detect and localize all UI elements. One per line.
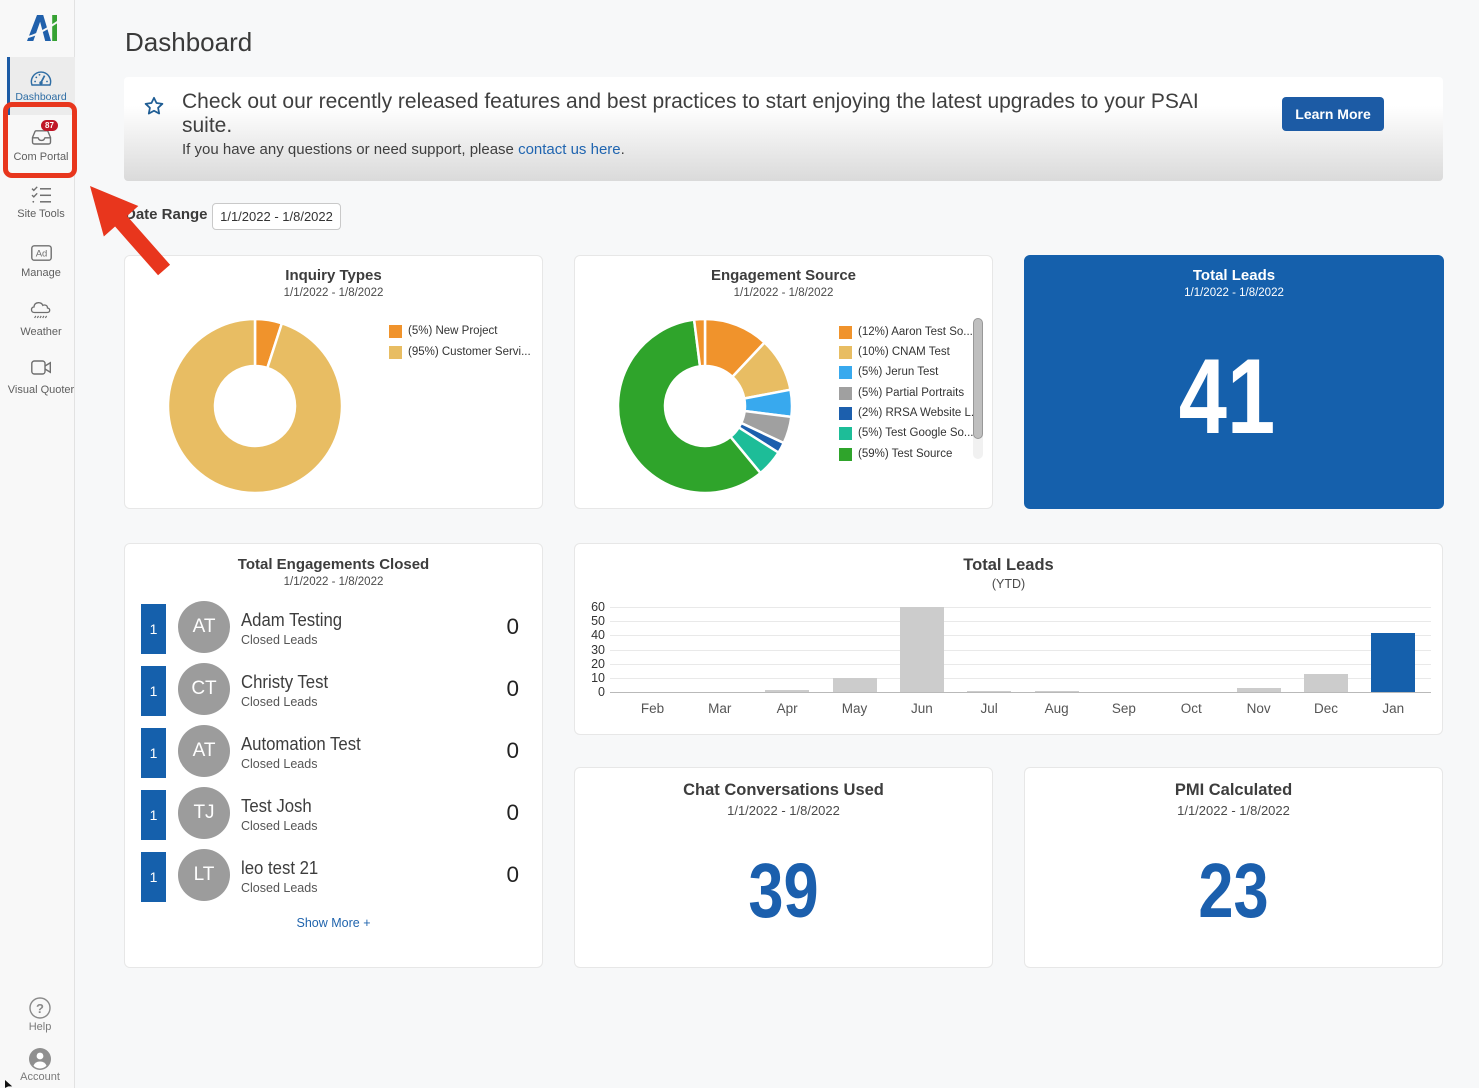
svg-text:?: ? — [36, 1001, 44, 1016]
svg-text:Ad: Ad — [36, 249, 48, 260]
